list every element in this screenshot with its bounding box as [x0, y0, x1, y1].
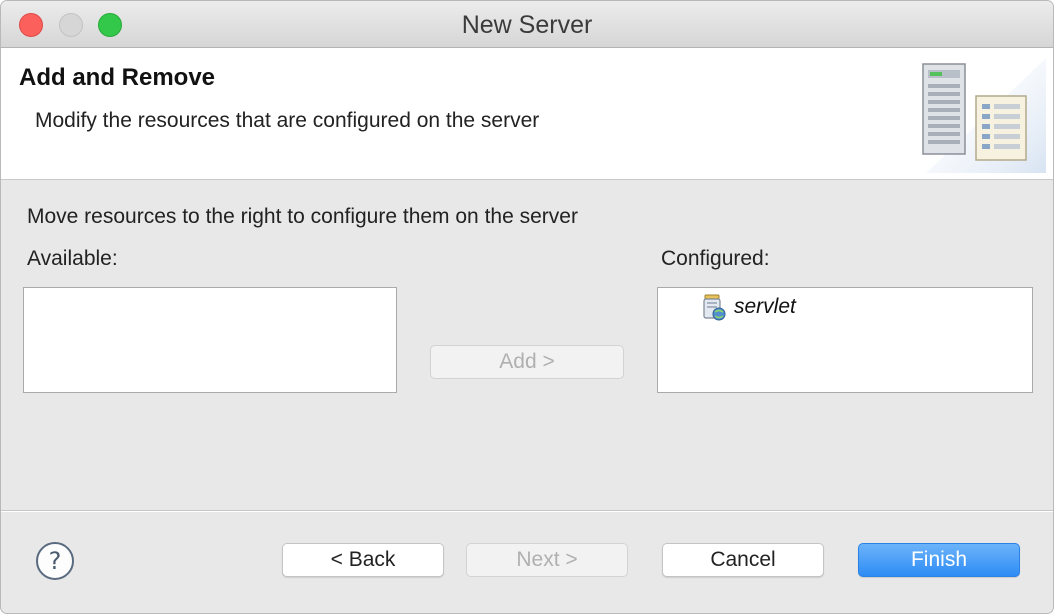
- configured-label: Configured:: [661, 247, 770, 270]
- next-button[interactable]: Next >: [466, 543, 628, 577]
- list-item-label: servlet: [734, 295, 796, 318]
- back-button[interactable]: < Back: [282, 543, 444, 577]
- instruction-text: Move resources to the right to configure…: [27, 205, 578, 228]
- page-description: Modify the resources that are configured…: [35, 109, 540, 132]
- svg-text:?: ?: [49, 547, 62, 575]
- new-server-dialog: New Server Add and Remove Modify the res…: [0, 0, 1054, 614]
- web-module-icon: [703, 294, 726, 321]
- list-item[interactable]: servlet: [700, 292, 796, 322]
- add-button[interactable]: Add >: [430, 345, 624, 379]
- cancel-button[interactable]: Cancel: [662, 543, 824, 577]
- footer-divider: [1, 510, 1053, 512]
- page-title: Add and Remove: [19, 64, 216, 91]
- help-icon[interactable]: ?: [35, 541, 75, 581]
- server-wizard-icon: [922, 58, 1046, 173]
- available-list[interactable]: [23, 287, 397, 393]
- window-title: New Server: [461, 11, 593, 39]
- configured-list[interactable]: servlet: [657, 287, 1033, 393]
- title-bar[interactable]: New Server: [1, 1, 1053, 48]
- wizard-banner: Add and Remove Modify the resources that…: [1, 48, 1053, 180]
- finish-button[interactable]: Finish: [858, 543, 1020, 577]
- available-label: Available:: [27, 247, 118, 270]
